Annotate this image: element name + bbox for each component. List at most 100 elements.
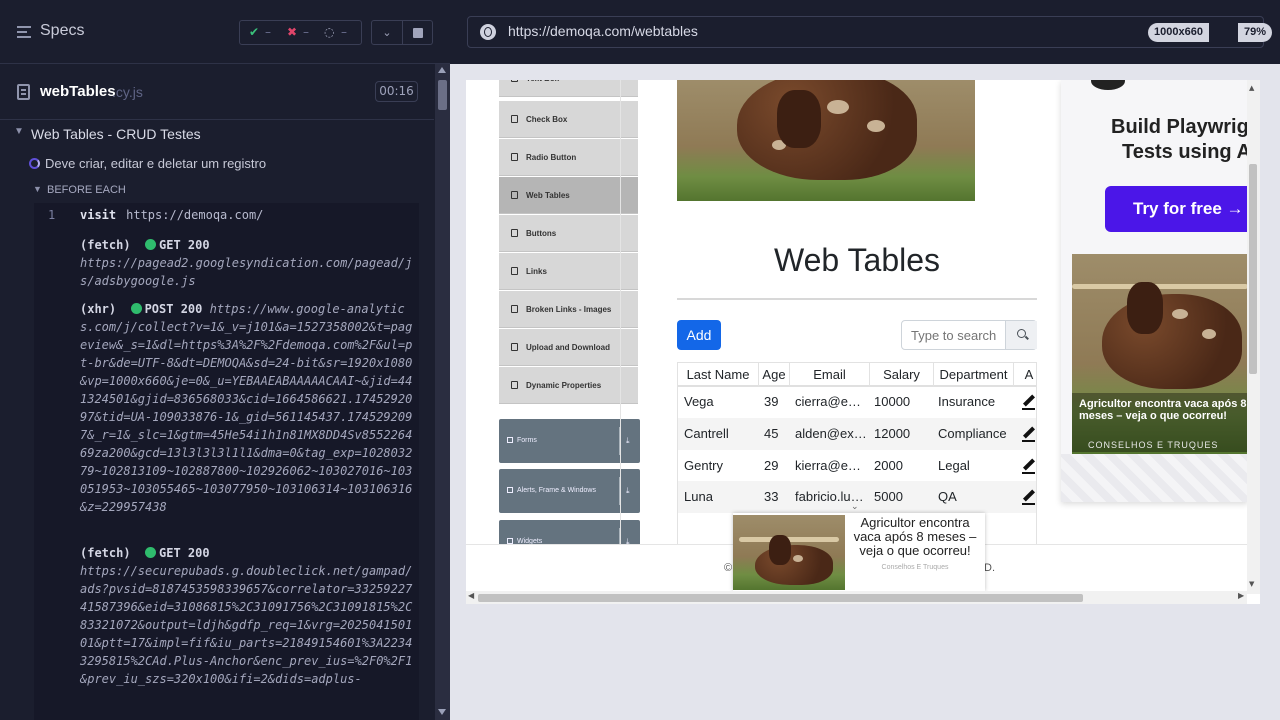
passed-count: – (265, 25, 271, 39)
pending-count: – (341, 25, 347, 39)
ad-title: Build Playwrig Tests using A (1111, 115, 1248, 165)
sidebar-item-label: Text Box (526, 80, 559, 83)
spec-duration: 00:16 (375, 81, 418, 102)
scroll-right-icon[interactable]: ▶ (1238, 591, 1244, 600)
url-bar[interactable]: https://demoqa.com/webtables 1000x660 79… (467, 16, 1273, 48)
ad-headline[interactable]: Agricultor encontra vaca após 8 meses – … (848, 516, 982, 558)
scroll-thumb[interactable] (438, 80, 447, 110)
sidebar-item-check-box[interactable]: Check Box (499, 101, 638, 138)
scroll-thumb[interactable] (1249, 164, 1257, 374)
column-header-department[interactable]: Department (934, 363, 1014, 387)
stop-icon (413, 28, 423, 38)
edit-icon[interactable] (1022, 426, 1036, 442)
file-icon (511, 115, 518, 123)
window-icon (507, 487, 513, 493)
menu-icon[interactable] (17, 26, 31, 38)
try-for-free-button[interactable]: Try for free → (1105, 186, 1248, 232)
sidebar-item-web-tables[interactable]: Web Tables (499, 177, 638, 214)
chevron-down-icon[interactable]: ⌄ (851, 502, 867, 512)
sidebar-group-alerts[interactable]: Alerts, Frame & Windows ⤓ (499, 469, 640, 513)
hook-title: BEFORE EACH (47, 184, 126, 196)
table-row: Vega 39 cierra@e… 10000 Insurance (678, 388, 1036, 420)
command-keyword: visit (80, 208, 117, 222)
table-row: Gentry 29 kierra@e… 2000 Legal (678, 450, 1036, 482)
url-text[interactable]: https://demoqa.com/webtables (508, 23, 698, 39)
specs-label[interactable]: Specs (40, 22, 84, 40)
test-stats: ✔ – ✖ – ◌ – (239, 20, 362, 45)
app-under-test: Text Box Check Box Radio Button Web Tables B… (466, 80, 1260, 604)
chevron-down-icon: ▼ (14, 126, 24, 137)
scroll-down-icon[interactable]: ▼ (1249, 580, 1254, 588)
command-status: GET 200 (159, 238, 210, 252)
vertical-scrollbar[interactable]: ▲ ▼ (1247, 80, 1260, 594)
file-icon (511, 153, 518, 161)
scroll-left-icon[interactable]: ◀ (468, 591, 474, 600)
cell-last-name: Vega (684, 394, 714, 409)
command-list: 1 visit https://demoqa.com/ (fetch) GET 2… (34, 203, 419, 720)
hook-row[interactable]: ▼ BEFORE EACH (0, 182, 434, 200)
test-row[interactable]: Deve criar, editar e deletar um registro (0, 153, 434, 175)
column-header-last-name[interactable]: Last Name (678, 363, 759, 387)
sidebar-item-upload-and-download[interactable]: Upload and Download (499, 329, 638, 366)
side-advertisement[interactable]: Build Playwrig Tests using A Try for fre… (1061, 80, 1248, 502)
horizontal-scrollbar[interactable]: ◀ ▶ (466, 591, 1247, 604)
document-icon (17, 84, 30, 100)
edit-icon[interactable] (1022, 458, 1036, 474)
ad-image[interactable] (733, 515, 845, 590)
sidebar-group-forms[interactable]: Forms ⤓ (499, 419, 640, 463)
stop-button[interactable] (403, 20, 433, 45)
sidebar-item-radio-button[interactable]: Radio Button (499, 139, 638, 176)
search-input[interactable] (902, 321, 1005, 349)
scroll-up-icon[interactable]: ▲ (1249, 84, 1254, 92)
scroll-up-icon[interactable] (438, 67, 446, 73)
aut-header: https://demoqa.com/webtables 1000x660 79… (450, 0, 1280, 64)
download-icon: ⤓ (626, 486, 630, 495)
viewport-size-badge[interactable]: 1000x660 (1148, 23, 1209, 42)
command-url: https://demoqa.com/ (126, 208, 264, 222)
column-header-age[interactable]: Age (759, 363, 790, 387)
spec-header: webTables .cy.js 00:16 (0, 64, 434, 120)
command-log-panel: Specs ✔ – ✖ – ◌ – ⌄ webTables .cy.js 00:… (0, 0, 450, 720)
page-title: Web Tables (773, 242, 941, 278)
status-dot-icon (130, 303, 142, 314)
file-icon (511, 229, 518, 237)
sidebar-item-label: Dynamic Properties (526, 381, 602, 390)
ad-title-line: Build Playwrig (1111, 116, 1248, 138)
spec-name: webTables (40, 83, 116, 100)
banner-image[interactable] (677, 80, 975, 201)
command-url: https://pagead2.googlesyndication.com/pa… (80, 256, 413, 288)
column-header-salary[interactable]: Salary (870, 363, 934, 387)
anchor-ad[interactable]: ⌄ Agricultor encontra vaca após 8 meses … (733, 502, 985, 591)
test-title: Deve criar, editar e deletar um registro (45, 156, 267, 171)
cell-email: alden@ex… (795, 426, 865, 441)
sidebar-item-broken-links-images[interactable]: Broken Links - Images (499, 291, 638, 328)
add-button[interactable]: Add (677, 320, 721, 350)
title-divider (677, 298, 1037, 300)
cell-age: 39 (764, 394, 779, 409)
suite-row[interactable]: ▼ Web Tables - CRUD Testes (0, 124, 434, 146)
column-header-email[interactable]: Email (790, 363, 870, 387)
column-header-action[interactable]: A (1014, 363, 1036, 387)
scroll-thumb[interactable] (478, 594, 1083, 602)
sidebar-item-text-box[interactable]: Text Box (499, 80, 638, 97)
suite-title: Web Tables - CRUD Testes (31, 126, 201, 142)
form-icon (507, 437, 513, 443)
chevron-down-button[interactable]: ⌄ (371, 20, 403, 45)
edit-icon[interactable] (1022, 394, 1036, 410)
zoom-badge[interactable]: 79% (1238, 23, 1273, 42)
cell-last-name: Gentry (684, 458, 724, 473)
ad-source: Conselhos E Truques (881, 564, 949, 571)
ad-caption[interactable]: Agricultor encontra vaca após 8 meses – … (1079, 398, 1248, 422)
cell-department: QA (938, 489, 957, 504)
elements-sidebar: Text Box Check Box Radio Button Web Tables B… (499, 80, 640, 594)
chevron-down-icon: ▼ (33, 184, 42, 194)
scroll-down-icon[interactable] (438, 709, 446, 715)
sidebar-item-dynamic-properties[interactable]: Dynamic Properties (499, 367, 638, 404)
edit-icon[interactable] (1022, 489, 1036, 505)
sidebar-item-buttons[interactable]: Buttons (499, 215, 638, 252)
command-log-scrollbar[interactable] (435, 64, 450, 720)
sidebar-item-links[interactable]: Links (499, 253, 638, 290)
sidebar-item-label: Buttons (526, 229, 557, 238)
search-button[interactable] (1005, 321, 1037, 349)
cell-last-name: Cantrell (684, 426, 729, 441)
